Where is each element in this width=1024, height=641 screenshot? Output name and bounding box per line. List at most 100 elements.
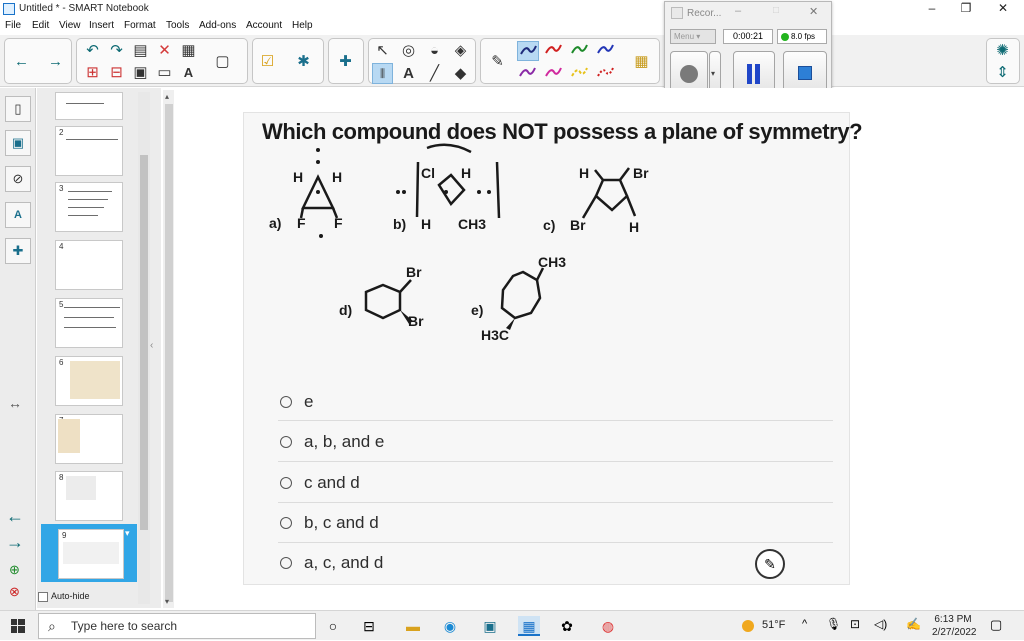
attachments-tab-icon[interactable]: ⊘: [5, 166, 31, 192]
recorder-close-button[interactable]: ✕: [809, 5, 818, 18]
page-thumbnail[interactable]: [55, 92, 123, 120]
pen-color-3[interactable]: [569, 41, 591, 61]
page-thumbnail[interactable]: 6: [55, 356, 123, 406]
next-page-icon[interactable]: →: [45, 51, 66, 72]
option-c-and-d[interactable]: c and d: [280, 473, 360, 493]
restore-button[interactable]: ❐: [946, 0, 986, 18]
cortana-icon[interactable]: ○: [322, 616, 344, 636]
microphone-icon[interactable]: 🎙︎: [826, 617, 841, 631]
settings-gear-icon[interactable]: ✺: [992, 40, 1013, 61]
line-tool-icon[interactable]: ╱: [424, 63, 445, 84]
scroll-down-icon[interactable]: ▾: [165, 597, 169, 606]
page-thumbnail-selected[interactable]: 9: [58, 529, 124, 579]
thumbnail-menu-dropdown[interactable]: ▾: [125, 528, 130, 539]
menu-tools[interactable]: Tools: [166, 20, 189, 31]
edge-browser-icon[interactable]: ◉: [439, 616, 461, 636]
page-thumbnail[interactable]: 5: [55, 298, 123, 348]
previous-page-icon[interactable]: ←: [11, 51, 32, 72]
network-icon[interactable]: ⊡: [850, 617, 860, 631]
option-a-b-and-e[interactable]: a, b, and e: [280, 432, 384, 452]
pen-color-4[interactable]: [595, 41, 617, 61]
redo-icon[interactable]: ↷: [106, 40, 127, 61]
weather-temperature[interactable]: 51°F: [762, 619, 785, 631]
menu-add-ons[interactable]: Add-ons: [199, 20, 236, 31]
page-thumbnail[interactable]: 4: [55, 240, 123, 290]
collapse-sidebar-icon[interactable]: ‹: [150, 340, 158, 351]
radio-button[interactable]: [280, 477, 292, 489]
start-button[interactable]: [0, 611, 38, 641]
rail-delete-page-icon[interactable]: ⊗: [9, 584, 20, 600]
rail-add-page-icon[interactable]: ⊕: [9, 562, 20, 578]
fill-icon[interactable]: ◒: [424, 40, 445, 61]
smart-notebook-taskbar-icon[interactable]: ▦: [518, 616, 540, 636]
menu-help[interactable]: Help: [292, 20, 313, 31]
bug-addon-icon[interactable]: ✱: [293, 51, 314, 72]
clock-time[interactable]: 6:13 PM: [932, 614, 974, 625]
volume-icon[interactable]: ◁): [874, 617, 887, 631]
menu-edit[interactable]: Edit: [32, 20, 49, 31]
option-b-c-and-d[interactable]: b, c and d: [280, 513, 379, 533]
eraser-icon[interactable]: ◆: [450, 63, 471, 84]
toolbar-position-icon[interactable]: ⇕: [992, 62, 1013, 83]
shapes-icon[interactable]: ◎: [398, 40, 419, 61]
text-tool-icon[interactable]: A: [398, 63, 419, 84]
undo-icon[interactable]: ↶: [82, 40, 103, 61]
menu-account[interactable]: Account: [246, 20, 282, 31]
option-e[interactable]: e: [280, 392, 313, 412]
menu-view[interactable]: View: [59, 20, 81, 31]
gallery-tab-icon[interactable]: ▣: [5, 130, 31, 156]
taskbar-search-input[interactable]: ⌕ Type here to search: [38, 613, 316, 639]
rail-previous-page-icon[interactable]: ←: [6, 506, 24, 527]
pen-color-6[interactable]: [543, 64, 565, 84]
radio-button[interactable]: [280, 436, 292, 448]
file-explorer-icon[interactable]: ▬: [402, 616, 424, 636]
canvas-scroll-thumb[interactable]: [165, 104, 173, 602]
delete-icon[interactable]: ✕: [154, 40, 175, 61]
smart-tools-icon[interactable]: ▣: [479, 616, 501, 636]
radio-button[interactable]: [280, 396, 292, 408]
page-thumbnail[interactable]: 7: [55, 414, 123, 464]
pen-color-5[interactable]: [517, 64, 539, 84]
page-thumbnail[interactable]: 3: [55, 182, 123, 232]
auto-hide-checkbox[interactable]: [38, 592, 48, 602]
clock-date[interactable]: 2/27/2022: [932, 627, 977, 638]
radio-button[interactable]: [280, 557, 292, 569]
scroll-up-icon[interactable]: ▴: [165, 92, 169, 101]
select-pointer-icon[interactable]: ↖: [372, 40, 393, 61]
paste-icon[interactable]: ▤: [130, 40, 151, 61]
save-icon[interactable]: ▣: [130, 62, 151, 83]
bucket-icon[interactable]: ◈: [450, 40, 471, 61]
document-camera-icon[interactable]: ▢: [212, 51, 233, 72]
text-format-icon[interactable]: A: [178, 62, 199, 83]
color-palette-icon[interactable]: ▦: [631, 51, 652, 72]
page-thumbnail[interactable]: 8: [55, 471, 123, 521]
properties-tab-icon[interactable]: A: [5, 202, 31, 228]
pen-ink-icon[interactable]: ✍: [906, 617, 921, 631]
delete-page-icon[interactable]: ⊟: [106, 62, 127, 83]
resize-sidebar-icon[interactable]: ↔: [8, 395, 22, 411]
option-a-c-and-d[interactable]: a, c, and d: [280, 553, 383, 573]
checklist-icon[interactable]: ☑: [257, 51, 278, 72]
addons-tab-icon[interactable]: ✚: [5, 238, 31, 264]
puzzle-icon[interactable]: ✚: [335, 51, 356, 72]
page-sorter-tab-icon[interactable]: ▯: [5, 96, 31, 122]
recorder-minimize-button[interactable]: –: [735, 5, 741, 17]
radio-button[interactable]: [280, 517, 292, 529]
close-button[interactable]: ✕: [983, 0, 1023, 18]
pen-color-7[interactable]: [569, 64, 591, 84]
multi-select-icon[interactable]: ⫼: [372, 63, 393, 84]
pen-color-2[interactable]: [543, 41, 565, 61]
chrome-icon[interactable]: ◍: [597, 616, 619, 636]
menu-format[interactable]: Format: [124, 20, 156, 31]
recorder-menu-dropdown[interactable]: Menu ▾: [670, 29, 716, 44]
rail-next-page-icon[interactable]: →: [6, 532, 24, 553]
pen-color-1[interactable]: [517, 41, 539, 61]
table-icon[interactable]: ▦: [178, 40, 199, 61]
show-hidden-icons[interactable]: ^: [802, 618, 807, 630]
paint-app-icon[interactable]: ✿: [556, 616, 578, 636]
screen-shade-icon[interactable]: ▭: [154, 62, 175, 83]
menu-file[interactable]: File: [5, 20, 21, 31]
add-page-icon[interactable]: ⊞: [82, 62, 103, 83]
menu-insert[interactable]: Insert: [89, 20, 114, 31]
notifications-icon[interactable]: ▢: [990, 617, 1002, 633]
